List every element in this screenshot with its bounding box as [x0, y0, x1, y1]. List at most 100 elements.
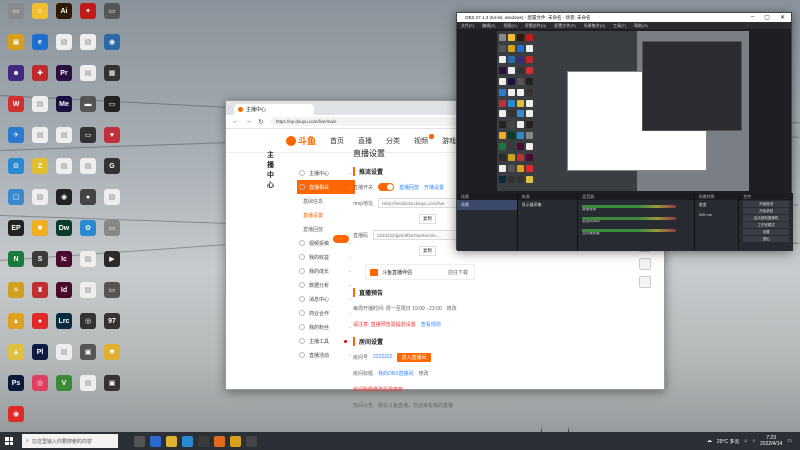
explorer-icon[interactable] — [166, 435, 177, 447]
obs-minimize-icon[interactable]: – — [751, 14, 754, 21]
forward-icon[interactable]: → — [245, 118, 252, 125]
volume-icon[interactable]: ♪ — [753, 438, 756, 444]
sidebar-item[interactable]: 商业合作 ⌄ — [297, 306, 355, 320]
obs-menu-item[interactable]: 视图(V) — [503, 23, 516, 29]
copy-rtmp-button[interactable]: 复制 — [419, 214, 436, 224]
desktop-icon[interactable]: ▶ — [98, 251, 126, 267]
preview-app-icon — [526, 143, 533, 151]
obs-control-button[interactable]: 设置 — [743, 229, 789, 235]
sidebar-item[interactable]: 直播相关 ⌄ — [297, 180, 355, 194]
scene-item[interactable]: 场景 — [457, 200, 517, 210]
transition-duration[interactable]: 300 ms — [695, 210, 739, 219]
obs-taskbar-icon[interactable] — [198, 435, 209, 447]
desktop-icon[interactable]: 97 — [98, 313, 126, 329]
desktop-icon[interactable]: ▦ — [98, 65, 126, 81]
copy-key-button[interactable]: 复制 — [419, 246, 436, 256]
nav-category[interactable]: 分类 — [386, 136, 400, 146]
desktop-icon[interactable]: ✹ — [98, 344, 126, 360]
sidebar-item[interactable]: 消息中心 ⌄ — [297, 292, 355, 306]
app-icon: ▭ — [104, 220, 120, 236]
notification-icon[interactable]: ▭ — [787, 438, 792, 444]
app-icon: Ic — [56, 251, 72, 267]
mixer-channel[interactable]: 桌面音频 — [582, 202, 689, 212]
network-icon[interactable]: ⌂ — [744, 438, 747, 444]
obs-menu-item[interactable]: 场景集合(S) — [584, 23, 605, 29]
obs-control-button[interactable]: 启动虚拟摄像机 — [743, 215, 789, 221]
weather-icon[interactable]: ☁ — [707, 438, 712, 444]
nav-live[interactable]: 直播 — [358, 136, 372, 146]
obs-menu-item[interactable]: 停靠部件(D) — [525, 23, 547, 29]
transition-type[interactable]: 渐变 — [695, 200, 739, 210]
start-button[interactable] — [0, 432, 18, 450]
obs-menu-item[interactable]: 配置文件(P) — [554, 23, 575, 29]
app-taskbar-icon[interactable] — [230, 435, 241, 447]
desktop-icon[interactable]: ▣ — [98, 375, 126, 391]
room-name-edit-button[interactable]: 修改 — [419, 370, 429, 377]
desktop-icon[interactable]: ▭ — [98, 3, 126, 19]
sidebar-item[interactable]: 直播活动 ⌄ — [297, 348, 355, 362]
obs-menu-item[interactable]: 文件(F) — [461, 23, 474, 29]
nav-video[interactable]: 视频 — [414, 133, 435, 146]
obs-preview[interactable] — [497, 31, 749, 191]
chevron-down-icon: ⌄ — [347, 282, 352, 288]
source-item[interactable]: 显示器采集 — [518, 200, 578, 210]
store-icon[interactable] — [182, 435, 193, 447]
obs-control-button[interactable]: 开始推流 — [743, 201, 789, 207]
obs-control-button[interactable]: 退出 — [743, 236, 789, 242]
desktop-icon[interactable]: ♥ — [98, 127, 126, 143]
task-view-icon[interactable] — [134, 435, 145, 447]
douyu-taskbar-icon[interactable] — [214, 435, 225, 447]
sidebar-item[interactable]: 主播工具 ⌄ — [297, 334, 355, 348]
obs-maximize-icon[interactable]: ▢ — [764, 14, 770, 21]
notice-edit-button[interactable]: 修改 — [447, 305, 457, 312]
browser-tab[interactable]: 主播中心 — [234, 104, 314, 115]
obs-menu-item[interactable]: 工具(T) — [613, 23, 626, 29]
obs-control-button[interactable]: 工作室模式 — [743, 222, 789, 228]
replay-link[interactable]: 直播回放 — [399, 184, 419, 191]
obs-control-button[interactable]: 开始录制 — [743, 208, 789, 214]
back-icon[interactable]: ← — [232, 118, 239, 125]
promo-badge[interactable]: › — [333, 235, 349, 243]
sidebar-item[interactable]: 直播回放 — [297, 222, 355, 236]
desktop-icon[interactable]: ◉ — [98, 34, 126, 50]
app-icon: ▢ — [8, 189, 24, 205]
sidebar-item[interactable]: 数据分析 ⌄ — [297, 278, 355, 292]
preview-app-icon — [508, 77, 515, 85]
nav-game[interactable]: 游戏 — [442, 136, 456, 146]
reload-icon[interactable]: ↻ — [258, 118, 264, 126]
push-toggle[interactable] — [378, 183, 395, 191]
download-button[interactable]: 前往下载 — [448, 269, 468, 276]
edge-icon[interactable] — [150, 435, 161, 447]
obs-menu-item[interactable]: 编辑(E) — [482, 23, 495, 29]
desktop-icon[interactable]: ▭ — [98, 220, 126, 236]
sidebar-item[interactable]: 我的收益 ⌄ — [297, 250, 355, 264]
mixer-channel[interactable]: 麦克风/Aux — [582, 214, 689, 224]
float-button-2[interactable] — [639, 258, 651, 270]
obs-close-icon[interactable]: ✕ — [780, 14, 785, 21]
float-button-3[interactable] — [639, 276, 651, 288]
menu-circle-icon — [299, 254, 305, 260]
clock[interactable]: 7:23 2022/4/14 — [760, 435, 782, 447]
settings-link[interactable]: 开播设置 — [424, 184, 444, 191]
sidebar-item-label: 直播活动 — [309, 352, 330, 359]
app-taskbar-icon[interactable] — [246, 435, 257, 447]
enter-room-button[interactable]: 进入直播间 — [397, 352, 431, 362]
nav-home[interactable]: 首页 — [330, 136, 344, 146]
preview-app-icon — [526, 121, 533, 129]
sidebar-item[interactable]: 主播中心 ⌄ — [297, 166, 355, 180]
obs-menu-item[interactable]: 帮助(H) — [634, 23, 648, 29]
sidebar-item[interactable]: 我的成长 ⌄ — [297, 264, 355, 278]
sidebar-item[interactable]: 直播设置 — [297, 208, 355, 222]
desktop-icon[interactable]: ▭ — [98, 282, 126, 298]
sidebar-item[interactable]: 基础信息 — [297, 194, 355, 208]
preview-app-icon — [499, 132, 506, 140]
desktop-icon[interactable]: ▭ — [98, 96, 126, 112]
sidebar-item[interactable]: 我的粉丝 ⌄ — [297, 320, 355, 334]
douyu-logo[interactable]: 斗鱼 — [286, 134, 316, 147]
notice-rules-link[interactable]: 查看规则 — [421, 321, 441, 328]
desktop-icon[interactable]: G — [98, 158, 126, 174]
taskbar-search[interactable]: ⌕ 在这里输入你要搜索的内容 — [22, 434, 118, 448]
desktop-icon[interactable]: ▤ — [98, 189, 126, 205]
mixer-channel[interactable]: 显示器采集 — [582, 226, 689, 236]
desktop-icon[interactable]: ◉ — [2, 406, 30, 422]
